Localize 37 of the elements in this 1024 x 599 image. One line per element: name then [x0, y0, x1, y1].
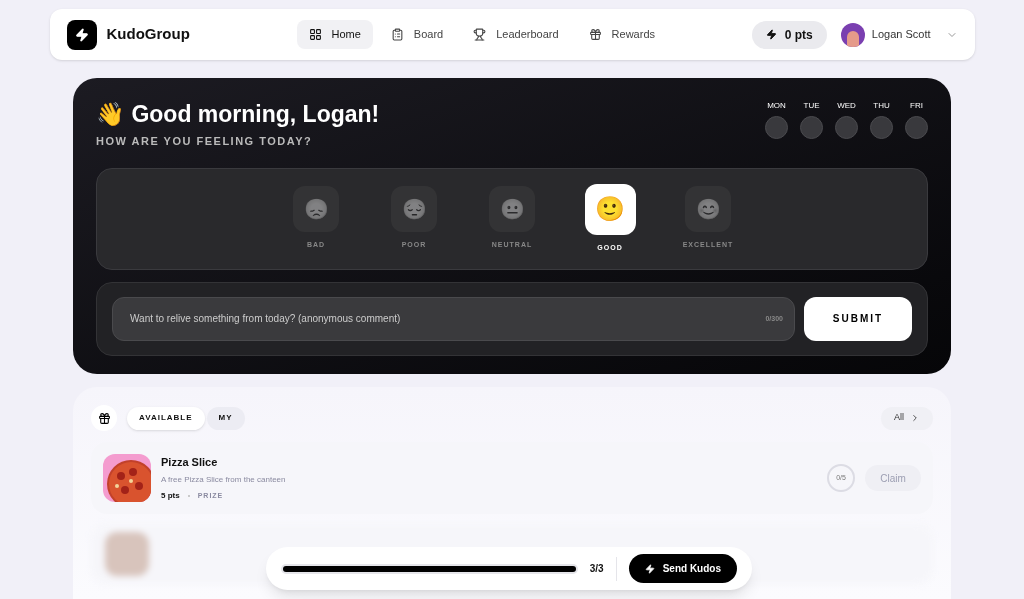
logo-icon: [66, 19, 97, 50]
gift-icon: [91, 405, 117, 431]
clipboard-icon: [390, 28, 404, 41]
kudos-count: 3/3: [589, 562, 604, 576]
chevron-icon: [910, 413, 920, 423]
lightning-icon: [644, 563, 655, 574]
day-label: FRI: [910, 100, 923, 112]
trophy-icon: [473, 28, 487, 41]
day-label: WED: [837, 100, 856, 112]
reward-title: Pizza Slice: [161, 454, 219, 470]
grid-icon: [308, 28, 322, 41]
submit-button[interactable]: SUBMIT: [804, 296, 912, 341]
nav-tab[interactable]: Home: [296, 20, 373, 49]
face-icon: 🙂: [584, 183, 636, 235]
day-label: TUE: [803, 100, 820, 112]
subtitle: HOW ARE YOU FEELING TODAY?: [96, 134, 314, 149]
gift-icon: [588, 28, 602, 41]
day-label: MON: [767, 100, 786, 112]
send-kudos-button[interactable]: Send Kudos: [628, 554, 737, 583]
avatar-icon: [840, 22, 865, 47]
face-icon: 😔: [391, 186, 437, 233]
face-icon: 😊: [685, 186, 731, 233]
reward-points: 5 pts: [161, 490, 180, 503]
filter-tab[interactable]: AVAILABLE: [127, 406, 205, 430]
points-badge: 0 pts: [751, 20, 827, 49]
all-link[interactable]: All: [881, 406, 933, 430]
greeting: 👋 Good morning, Logan!: [96, 100, 380, 128]
nav-tab[interactable]: Board: [378, 20, 456, 49]
face-icon: 😐: [489, 186, 535, 233]
user-menu[interactable]: Logan Scott: [840, 22, 958, 47]
brand-name: KudoGroup: [106, 24, 190, 45]
nav-tab[interactable]: Leaderboard: [461, 20, 571, 49]
nav-tab[interactable]: Rewards: [576, 20, 667, 49]
face-icon: 😞: [293, 186, 339, 233]
reward-description: A free Pizza Slice from the canteen: [161, 474, 286, 487]
day-label: THU: [873, 100, 890, 112]
filter-tab[interactable]: MY: [206, 406, 245, 430]
